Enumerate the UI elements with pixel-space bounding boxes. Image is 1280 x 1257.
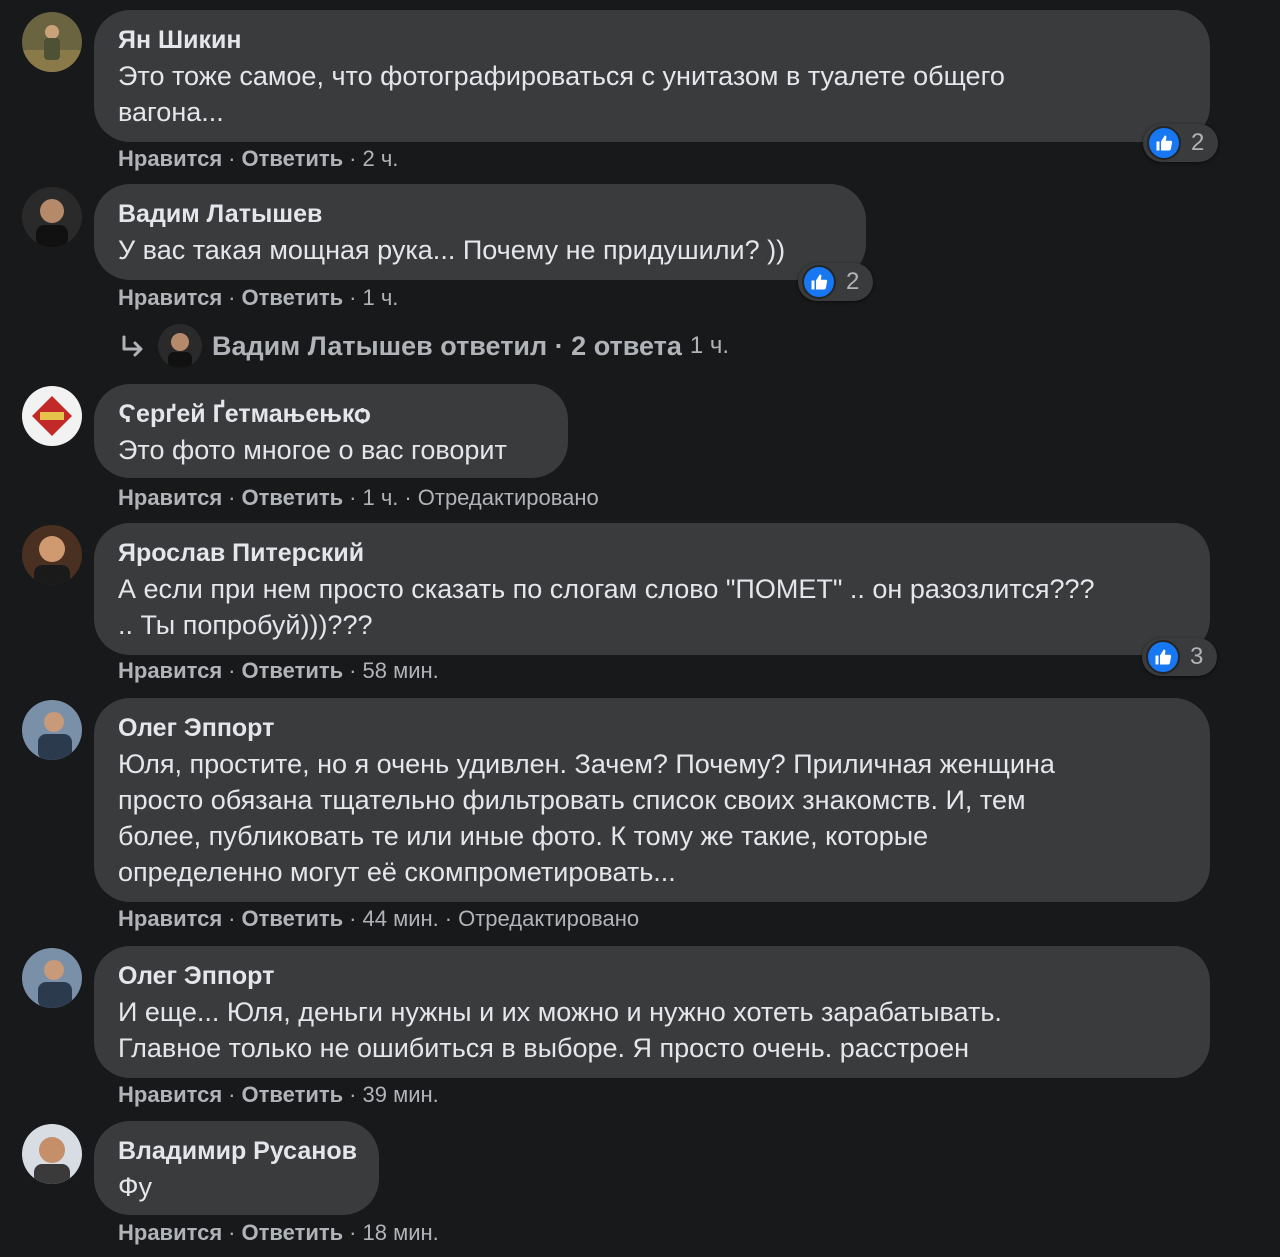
comment-text: Фу: [118, 1172, 153, 1202]
like-icon: [1147, 126, 1181, 160]
reaction-count: 3: [1190, 643, 1204, 670]
timestamp[interactable]: 2 ч.: [363, 146, 399, 171]
timestamp[interactable]: 1 ч.: [363, 485, 399, 510]
reply-link[interactable]: Ответить: [242, 485, 344, 510]
avatar[interactable]: [22, 700, 82, 760]
like-link[interactable]: Нравится: [118, 1220, 222, 1245]
comment-text: У вас такая мощная рука... Почему не при…: [118, 235, 786, 265]
comment-meta: Нравится · Ответить · 39 мин.: [118, 1082, 439, 1107]
avatar[interactable]: [22, 1124, 82, 1184]
timestamp[interactable]: 58 мин.: [363, 658, 439, 683]
reaction-count: 2: [846, 268, 860, 295]
avatar[interactable]: [22, 948, 82, 1008]
comments-feed: Ян Шикин Это тоже самое, что фотографиро…: [0, 0, 1280, 1257]
avatar[interactable]: [22, 12, 82, 72]
like-icon: [1146, 640, 1180, 674]
timestamp[interactable]: 18 мин.: [363, 1220, 439, 1245]
comment-author[interactable]: Ян Шикин: [118, 25, 1186, 55]
timestamp[interactable]: 39 мин.: [363, 1082, 439, 1107]
reply-link[interactable]: Ответить: [242, 658, 344, 683]
reply-arrow-icon: [118, 331, 148, 361]
comment-meta: Нравится · Ответить · 1 ч. · Отредактировано: [118, 485, 599, 510]
comment-bubble: Вадим Латышев У вас такая мощная рука...…: [94, 184, 866, 280]
comment-author[interactable]: Олег Эппорт: [118, 961, 1186, 991]
comment-author[interactable]: Ярослав Питерский: [118, 538, 1186, 568]
comment-author[interactable]: Владимир Русанов: [118, 1136, 357, 1166]
reply-link[interactable]: Ответить: [242, 146, 344, 171]
edited-label: Отредактировано: [417, 485, 599, 510]
comment-bubble: Ϛерґей Ґетмањењкѻ Это фото многое о вас …: [94, 384, 568, 478]
comment-author[interactable]: Олег Эппорт: [118, 713, 1186, 743]
comment-text: И еще... Юля, деньги нужны и их можно и …: [118, 997, 1002, 1063]
reply-link[interactable]: Ответить: [242, 906, 344, 931]
comment-bubble: Ярослав Питерский А если при нем просто …: [94, 523, 1210, 655]
timestamp: 1 ч.: [689, 332, 730, 359]
like-link[interactable]: Нравится: [118, 1082, 222, 1107]
reaction-badge[interactable]: 2: [1143, 124, 1219, 162]
like-link[interactable]: Нравится: [118, 485, 222, 510]
avatar[interactable]: [22, 386, 82, 446]
comment-bubble: Ян Шикин Это тоже самое, что фотографиро…: [94, 10, 1210, 142]
comment-meta: Нравится · Ответить · 58 мин.: [118, 658, 439, 683]
reply-link[interactable]: Ответить: [242, 1082, 344, 1107]
comment-meta: Нравится · Ответить · 44 мин. · Отредактирован…: [118, 906, 640, 931]
like-link[interactable]: Нравится: [118, 906, 222, 931]
comment-text: А если при нем просто сказать по слогам …: [118, 574, 1095, 640]
avatar[interactable]: [22, 525, 82, 585]
comment-meta: Нравится · Ответить · 2 ч.: [118, 146, 399, 171]
replies-summary: Вадим Латышев ответил · 2 ответа: [212, 330, 682, 361]
comment-author[interactable]: Ϛерґей Ґетмањењкѻ: [118, 399, 544, 429]
comment-text: Юля, простите, но я очень удивлен. Зачем…: [118, 749, 1055, 887]
reaction-badge[interactable]: 3: [1142, 638, 1218, 676]
comment-text: Это тоже самое, что фотографироваться с …: [118, 61, 1005, 127]
avatar: [158, 324, 202, 368]
timestamp[interactable]: 1 ч.: [363, 285, 399, 310]
comment-bubble: Владимир Русанов Фу: [94, 1121, 379, 1215]
comment-bubble: Олег Эппорт Юля, простите, но я очень уд…: [94, 698, 1210, 902]
reply-link[interactable]: Ответить: [242, 285, 344, 310]
reply-link[interactable]: Ответить: [242, 1220, 344, 1245]
comment-meta: Нравится · Ответить · 1 ч.: [118, 285, 399, 310]
like-link[interactable]: Нравится: [118, 658, 222, 683]
reaction-badge[interactable]: 2: [798, 263, 874, 301]
comment-meta: Нравится · Ответить · 18 мин.: [118, 1220, 439, 1245]
view-replies-link[interactable]: Вадим Латышев ответил · 2 ответа 1 ч.: [118, 322, 729, 370]
comment-author[interactable]: Вадим Латышев: [118, 199, 842, 229]
like-link[interactable]: Нравится: [118, 146, 222, 171]
like-link[interactable]: Нравится: [118, 285, 222, 310]
avatar[interactable]: [22, 187, 82, 247]
edited-label: Отредактировано: [458, 906, 640, 931]
timestamp[interactable]: 44 мин.: [363, 906, 439, 931]
like-icon: [802, 265, 836, 299]
comment-bubble: Олег Эппорт И еще... Юля, деньги нужны и…: [94, 946, 1210, 1078]
comment-text: Это фото многое о вас говорит: [118, 435, 507, 465]
reaction-count: 2: [1191, 129, 1205, 156]
